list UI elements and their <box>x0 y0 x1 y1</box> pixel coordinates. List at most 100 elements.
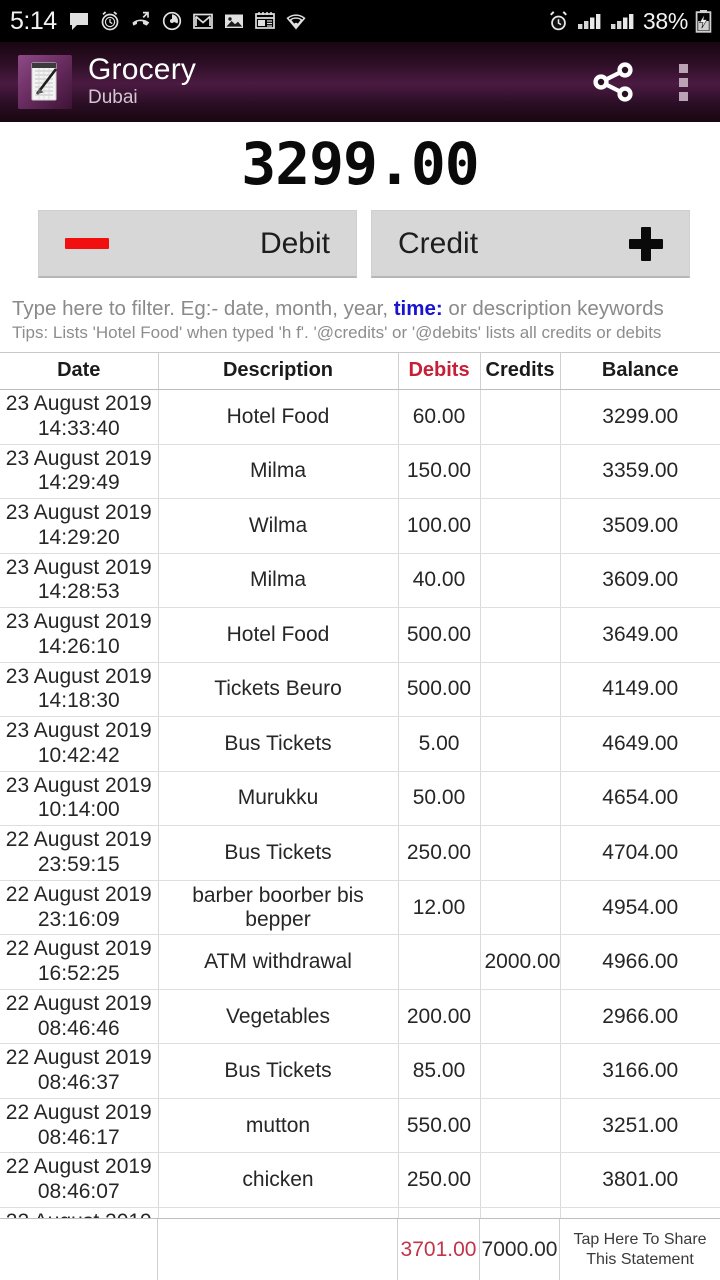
table-row[interactable]: 22 August 2019 16:52:25 ATM withdrawal 2000… <box>0 934 720 990</box>
column-header-credits[interactable]: Credits <box>480 353 561 390</box>
cell-date-day: 23 August 2019 <box>5 664 152 688</box>
column-header-description[interactable]: Description <box>158 353 399 390</box>
page-subtitle: Dubai <box>88 87 138 109</box>
cell-date-time: 10:14:00 <box>37 798 120 822</box>
share-statement-line1: Tap Here To Share <box>573 1231 707 1249</box>
statement-table-area[interactable]: Date Description Debits Credits Balance … <box>0 352 720 1280</box>
signal-bars-1-icon <box>577 14 601 29</box>
cell-date-time: 14:29:49 <box>37 471 120 495</box>
cell-description: Wilma <box>158 498 399 554</box>
battery-charging-icon <box>695 10 712 33</box>
overflow-menu-icon[interactable] <box>669 58 698 107</box>
table-row[interactable]: 22 August 2019 08:46:46 Vegetables 200.00 29… <box>0 989 720 1045</box>
table-row[interactable]: 23 August 2019 14:33:40 Hotel Food 60.00 329… <box>0 389 720 445</box>
cell-debit: 40.00 <box>398 553 481 609</box>
footer-description-cell <box>158 1219 398 1280</box>
cell-date-time: 14:29:20 <box>37 525 120 549</box>
table-row[interactable]: 23 August 2019 14:26:10 Hotel Food 500.00 36… <box>0 607 720 663</box>
cell-description: mutton <box>158 1098 399 1154</box>
cell-date-day: 23 August 2019 <box>5 446 152 470</box>
cell-credit <box>480 1098 561 1154</box>
cell-debit: 500.00 <box>398 662 481 718</box>
cell-balance: 3251.00 <box>560 1098 720 1154</box>
column-header-balance[interactable]: Balance <box>560 353 720 390</box>
cell-date-time: 14:28:53 <box>37 580 120 604</box>
cell-date: 22 August 2019 08:46:17 <box>0 1098 159 1154</box>
cell-debit: 550.00 <box>398 1098 481 1154</box>
cell-date-day: 23 August 2019 <box>5 501 152 525</box>
filter-input[interactable]: Type here to filter. Eg:- date, month, y… <box>0 294 720 352</box>
minus-icon <box>65 238 109 249</box>
table-row[interactable]: 22 August 2019 08:46:07 chicken 250.00 3801.… <box>0 1152 720 1208</box>
action-bar-actions <box>587 56 704 108</box>
credit-button[interactable]: Credit <box>371 210 690 278</box>
cell-description: Bus Tickets <box>158 716 399 772</box>
balance-amount: 3299.00 <box>241 130 479 198</box>
debit-button[interactable]: Debit <box>38 210 357 278</box>
notepad-pen-icon <box>18 55 72 109</box>
footer-date-cell <box>0 1219 158 1280</box>
cell-credit <box>480 389 561 445</box>
cell-balance: 3509.00 <box>560 498 720 554</box>
share-icon[interactable] <box>587 56 639 108</box>
calendar-icon <box>254 12 275 29</box>
cell-debit: 250.00 <box>398 825 481 881</box>
table-row[interactable]: 22 August 2019 08:46:37 Bus Tickets 85.00 31… <box>0 1043 720 1099</box>
cell-credit <box>480 1152 561 1208</box>
cell-debit: 500.00 <box>398 607 481 663</box>
table-row[interactable]: 23 August 2019 14:29:49 Milma 150.00 3359.00 <box>0 444 720 500</box>
cell-description: Hotel Food <box>158 607 399 663</box>
table-row[interactable]: 23 August 2019 14:29:20 Wilma 100.00 3509.00 <box>0 498 720 554</box>
cell-credit <box>480 1043 561 1099</box>
title-block: Grocery Dubai <box>88 54 587 109</box>
cell-debit <box>398 934 481 990</box>
table-row[interactable]: 22 August 2019 08:46:17 mutton 550.00 3251.0… <box>0 1098 720 1154</box>
status-clock: 5:14 <box>10 6 57 35</box>
cell-balance: 4704.00 <box>560 825 720 881</box>
wifi-icon <box>286 14 306 30</box>
table-body: 23 August 2019 14:33:40 Hotel Food 60.00 329… <box>0 389 720 1263</box>
cell-date: 22 August 2019 08:46:46 <box>0 989 159 1045</box>
share-statement-line2: This Statement <box>586 1250 694 1268</box>
column-header-date[interactable]: Date <box>0 353 159 390</box>
cell-date: 22 August 2019 23:16:09 <box>0 880 159 936</box>
table-row[interactable]: 23 August 2019 10:42:42 Bus Tickets 5.00 464… <box>0 716 720 772</box>
table-row[interactable]: 22 August 2019 23:59:15 Bus Tickets 250.00 4… <box>0 825 720 881</box>
filter-hint-part-a: Type here to filter. Eg:- date, month, y… <box>12 297 394 320</box>
cell-debit: 100.00 <box>398 498 481 554</box>
cell-date: 22 August 2019 08:46:37 <box>0 1043 159 1099</box>
table-row[interactable]: 23 August 2019 14:18:30 Tickets Beuro 500.0… <box>0 662 720 718</box>
table-row[interactable]: 22 August 2019 23:16:09 barber boorber bis… <box>0 880 720 936</box>
cell-date-day: 22 August 2019 <box>5 1155 152 1179</box>
cell-date-time: 14:26:10 <box>37 634 120 658</box>
cell-date-time: 16:52:25 <box>37 962 120 986</box>
cell-date-day: 23 August 2019 <box>5 719 152 743</box>
cell-description: chicken <box>158 1152 399 1208</box>
table-row[interactable]: 23 August 2019 14:28:53 Milma 40.00 3609.00 <box>0 553 720 609</box>
cell-balance: 3801.00 <box>560 1152 720 1208</box>
cell-date-day: 22 August 2019 <box>5 828 152 852</box>
share-statement-button[interactable]: Tap Here To Share This Statement <box>560 1219 720 1280</box>
plus-icon <box>629 226 663 261</box>
cell-date: 22 August 2019 08:46:07 <box>0 1152 159 1208</box>
cell-debit: 5.00 <box>398 716 481 772</box>
cell-balance: 2966.00 <box>560 989 720 1045</box>
table-row[interactable]: 23 August 2019 10:14:00 Murukku 50.00 4654.0… <box>0 771 720 827</box>
cell-description: Milma <box>158 444 399 500</box>
column-header-debits[interactable]: Debits <box>398 353 481 390</box>
cell-balance: 4654.00 <box>560 771 720 827</box>
cell-balance: 3166.00 <box>560 1043 720 1099</box>
cell-date-time: 08:46:07 <box>37 1180 120 1204</box>
cell-date-time: 10:42:42 <box>37 743 120 767</box>
table-footer: 3701.00 7000.00 Tap Here To Share This S… <box>0 1218 720 1280</box>
cell-credit <box>480 989 561 1045</box>
cell-date: 23 August 2019 14:33:40 <box>0 389 159 445</box>
cell-date-time: 23:59:15 <box>37 853 120 877</box>
cell-description: ATM withdrawal <box>158 934 399 990</box>
cell-balance: 3359.00 <box>560 444 720 500</box>
cell-description: Bus Tickets <box>158 1043 399 1099</box>
cell-date-day: 22 August 2019 <box>5 937 152 961</box>
cell-date: 22 August 2019 16:52:25 <box>0 934 159 990</box>
action-bar: Grocery Dubai <box>0 42 720 122</box>
statement-table: Date Description Debits Credits Balance … <box>0 353 720 1263</box>
